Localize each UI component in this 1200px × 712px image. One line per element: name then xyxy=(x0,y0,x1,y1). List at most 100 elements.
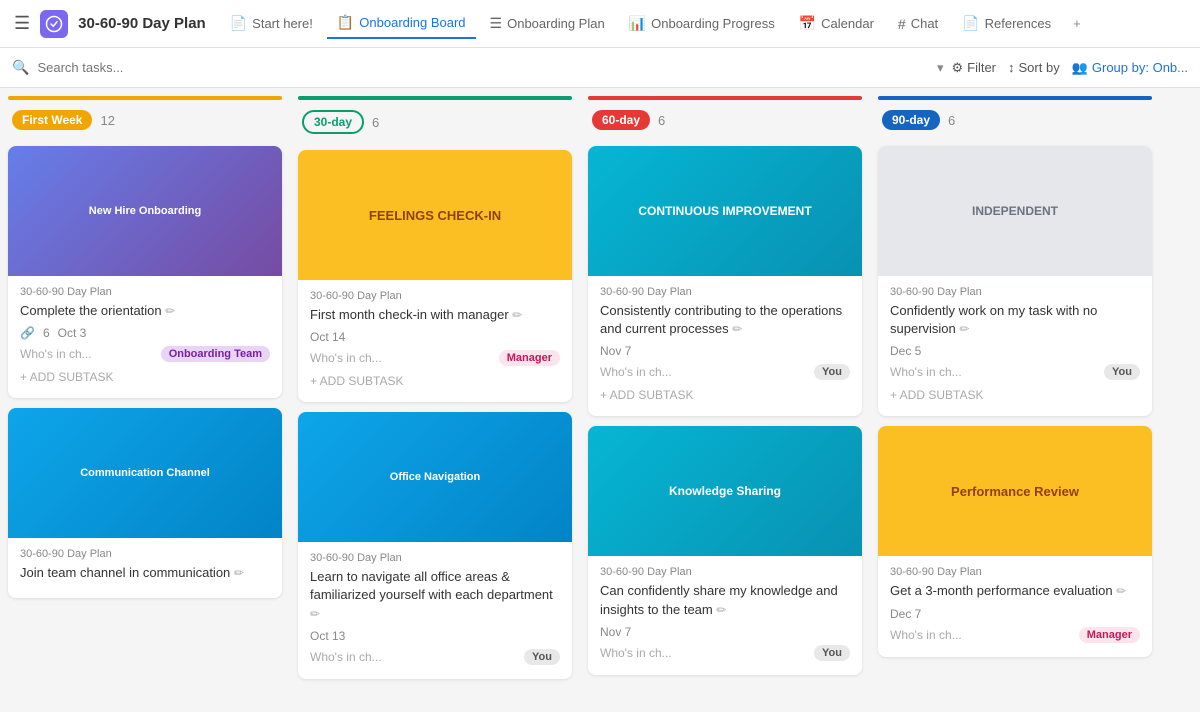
add-subtask-button[interactable]: + ADD SUBTASK xyxy=(20,366,270,388)
task-card[interactable]: Office Navigation 30-60-90 Day Plan Lear… xyxy=(298,412,572,679)
card-title: Get a 3-month performance evaluation ✏ xyxy=(890,582,1140,600)
task-card[interactable]: Performance Review 30-60-90 Day Plan Get… xyxy=(878,426,1152,656)
card-body: 30-60-90 Day Plan First month check-in w… xyxy=(298,280,572,402)
filter-icon: ⚙ xyxy=(951,60,963,76)
search-input[interactable] xyxy=(37,60,929,75)
calendar-icon: 📅 xyxy=(799,15,816,32)
card-assignee: Who's in ch... You xyxy=(890,364,1140,380)
card-image: Office Navigation xyxy=(298,412,572,542)
card-source: 30-60-90 Day Plan xyxy=(600,286,850,298)
add-tab-button[interactable]: + xyxy=(1065,12,1089,35)
tab-chat[interactable]: # Chat xyxy=(888,10,948,38)
card-source: 30-60-90 Day Plan xyxy=(890,566,1140,578)
card-date-meta: Nov 7 xyxy=(600,625,850,639)
assignee-label: Who's in ch... xyxy=(20,347,92,361)
assignee-label: Who's in ch... xyxy=(600,646,672,660)
column-count: 12 xyxy=(100,113,114,128)
task-card[interactable]: Communication Channel 30-60-90 Day Plan … xyxy=(8,408,282,598)
add-subtask-button[interactable]: + ADD SUBTASK xyxy=(600,384,850,406)
card-source: 30-60-90 Day Plan xyxy=(20,548,270,560)
assignee-badge: You xyxy=(524,649,560,665)
card-image: Knowledge Sharing xyxy=(588,426,862,556)
app-title: 30-60-90 Day Plan xyxy=(78,15,206,32)
app-logo xyxy=(40,10,68,38)
task-card[interactable]: CONTINUOUS IMPROVEMENT 30-60-90 Day Plan… xyxy=(588,146,862,416)
add-subtask-button[interactable]: + ADD SUBTASK xyxy=(890,384,1140,406)
toolbar-actions: ⚙ Filter ↕ Sort by 👥 Group by: Onb... xyxy=(951,60,1188,76)
edit-icon[interactable]: ✏ xyxy=(512,308,522,322)
column-top-bar xyxy=(8,96,282,100)
column-top-bar xyxy=(878,96,1152,100)
card-source: 30-60-90 Day Plan xyxy=(890,286,1140,298)
card-assignee: Who's in ch... Manager xyxy=(890,627,1140,643)
card-assignee: Who's in ch... Manager xyxy=(310,350,560,366)
group-button[interactable]: 👥 Group by: Onb... xyxy=(1072,60,1188,76)
task-card[interactable]: Knowledge Sharing 30-60-90 Day Plan Can … xyxy=(588,426,862,674)
card-body: 30-60-90 Day Plan Learn to navigate all … xyxy=(298,542,572,679)
column-label: 90-day xyxy=(882,110,940,130)
tab-calendar[interactable]: 📅 Calendar xyxy=(789,9,884,38)
column-header: First Week 12 xyxy=(8,102,282,138)
card-title: Learn to navigate all office areas & fam… xyxy=(310,568,560,623)
edit-icon[interactable]: ✏ xyxy=(732,322,742,336)
edit-icon[interactable]: ✏ xyxy=(1116,584,1126,598)
card-body: 30-60-90 Day Plan Confidently work on my… xyxy=(878,276,1152,416)
tab-onboarding-board[interactable]: 📋 Onboarding Board xyxy=(327,8,476,39)
card-date-meta: Oct 13 xyxy=(310,629,560,643)
edit-icon[interactable]: ✏ xyxy=(234,566,244,580)
column-count: 6 xyxy=(948,113,955,128)
search-dropdown-chevron[interactable]: ▾ xyxy=(937,60,944,76)
card-subtask-meta: 🔗 6 Oct 3 xyxy=(20,326,270,340)
card-body: 30-60-90 Day Plan Consistently contribut… xyxy=(588,276,862,416)
sort-button[interactable]: ↕ Sort by xyxy=(1008,60,1060,75)
card-date: Dec 7 xyxy=(890,607,921,621)
filter-button[interactable]: ⚙ Filter xyxy=(951,60,996,76)
edit-icon[interactable]: ✏ xyxy=(165,304,175,318)
column-30-day: 30-day 6 FEELINGS CHECK-IN 30-60-90 Day … xyxy=(290,96,580,704)
column-header: 90-day 6 xyxy=(878,102,1152,138)
assignee-label: Who's in ch... xyxy=(310,650,382,664)
card-date: Oct 3 xyxy=(58,326,87,340)
search-toolbar: 🔍 ▾ ⚙ Filter ↕ Sort by 👥 Group by: Onb..… xyxy=(0,48,1200,88)
card-assignee: Who's in ch... You xyxy=(310,649,560,665)
card-image: CONTINUOUS IMPROVEMENT xyxy=(588,146,862,276)
tab-onboarding-plan[interactable]: ☰ Onboarding Plan xyxy=(480,9,615,38)
onboarding-board-icon: 📋 xyxy=(337,14,354,31)
onboarding-plan-icon: ☰ xyxy=(490,15,503,32)
task-card[interactable]: FEELINGS CHECK-IN 30-60-90 Day Plan Firs… xyxy=(298,150,572,402)
assignee-label: Who's in ch... xyxy=(890,628,962,642)
card-title: Consistently contributing to the operati… xyxy=(600,302,850,338)
search-icon: 🔍 xyxy=(12,59,29,76)
assignee-label: Who's in ch... xyxy=(310,351,382,365)
kanban-board: First Week 12 New Hire Onboarding 30-60-… xyxy=(0,88,1200,712)
references-icon: 📄 xyxy=(962,15,979,32)
column-90-day: 90-day 6 INDEPENDENT 30-60-90 Day Plan C… xyxy=(870,96,1160,704)
card-body: 30-60-90 Day Plan Get a 3-month performa… xyxy=(878,556,1152,656)
column-top-bar xyxy=(298,96,572,100)
assignee-badge: Onboarding Team xyxy=(161,346,270,362)
card-source: 30-60-90 Day Plan xyxy=(310,552,560,564)
card-image: New Hire Onboarding xyxy=(8,146,282,276)
card-date: Oct 13 xyxy=(310,629,345,643)
task-card[interactable]: New Hire Onboarding 30-60-90 Day Plan Co… xyxy=(8,146,282,398)
edit-icon[interactable]: ✏ xyxy=(716,603,726,617)
subtask-icon: 🔗 xyxy=(20,326,35,340)
edit-icon[interactable]: ✏ xyxy=(959,322,969,336)
task-card[interactable]: INDEPENDENT 30-60-90 Day Plan Confidentl… xyxy=(878,146,1152,416)
column-count: 6 xyxy=(372,115,379,130)
card-body: 30-60-90 Day Plan Can confidently share … xyxy=(588,556,862,674)
hamburger-menu[interactable]: ☰ xyxy=(8,7,36,40)
card-date: Nov 7 xyxy=(600,625,631,639)
subtask-count: 6 xyxy=(43,326,50,340)
card-image: INDEPENDENT xyxy=(878,146,1152,276)
tab-onboarding-progress[interactable]: 📊 Onboarding Progress xyxy=(619,9,785,38)
card-image: Communication Channel xyxy=(8,408,282,538)
card-source: 30-60-90 Day Plan xyxy=(600,566,850,578)
tab-references[interactable]: 📄 References xyxy=(952,9,1061,38)
card-assignee: Who's in ch... You xyxy=(600,364,850,380)
tab-start-here[interactable]: 📄 Start here! xyxy=(220,9,323,38)
edit-icon[interactable]: ✏ xyxy=(310,607,320,621)
column-label: First Week xyxy=(12,110,92,130)
add-subtask-button[interactable]: + ADD SUBTASK xyxy=(310,370,560,392)
card-assignee: Who's in ch... You xyxy=(600,645,850,661)
